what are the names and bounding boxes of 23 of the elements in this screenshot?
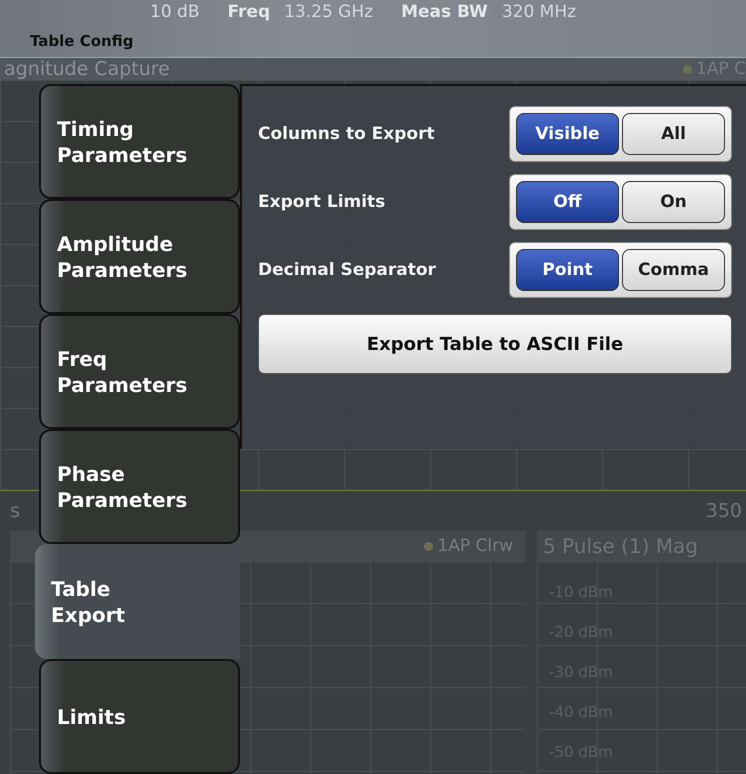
side-tab[interactable]: Amplitude Parameters bbox=[39, 199, 240, 314]
setting-label: Decimal Separator bbox=[258, 260, 436, 280]
side-tab[interactable]: Limits bbox=[39, 659, 240, 774]
toggle-option[interactable]: On bbox=[622, 181, 725, 223]
side-tab[interactable]: Timing Parameters bbox=[39, 84, 240, 199]
side-tab[interactable]: Freq Parameters bbox=[39, 314, 240, 429]
toggle-option[interactable]: All bbox=[622, 113, 725, 155]
header-value: 13.25 GHz bbox=[284, 2, 374, 22]
export-button[interactable]: Export Table to ASCII File bbox=[258, 314, 732, 374]
toggle-option[interactable]: Point bbox=[516, 249, 619, 291]
header-value: 320 MHz bbox=[502, 2, 576, 22]
header-label: Freq bbox=[228, 2, 270, 22]
side-tab[interactable]: Table Export bbox=[35, 544, 240, 659]
toggle-option[interactable]: Comma bbox=[622, 249, 725, 291]
setting-label: Columns to Export bbox=[258, 124, 435, 144]
header-label: Meas BW bbox=[401, 2, 488, 22]
attenuation-value: 10 dB bbox=[150, 2, 200, 22]
dialog-title: Table Config bbox=[30, 32, 134, 50]
side-tab[interactable]: Phase Parameters bbox=[39, 429, 240, 544]
toggle-option[interactable]: Off bbox=[516, 181, 619, 223]
diagram-title: agnitude Capture bbox=[4, 58, 170, 80]
toggle-option[interactable]: Visible bbox=[516, 113, 619, 155]
setting-label: Export Limits bbox=[258, 192, 386, 212]
